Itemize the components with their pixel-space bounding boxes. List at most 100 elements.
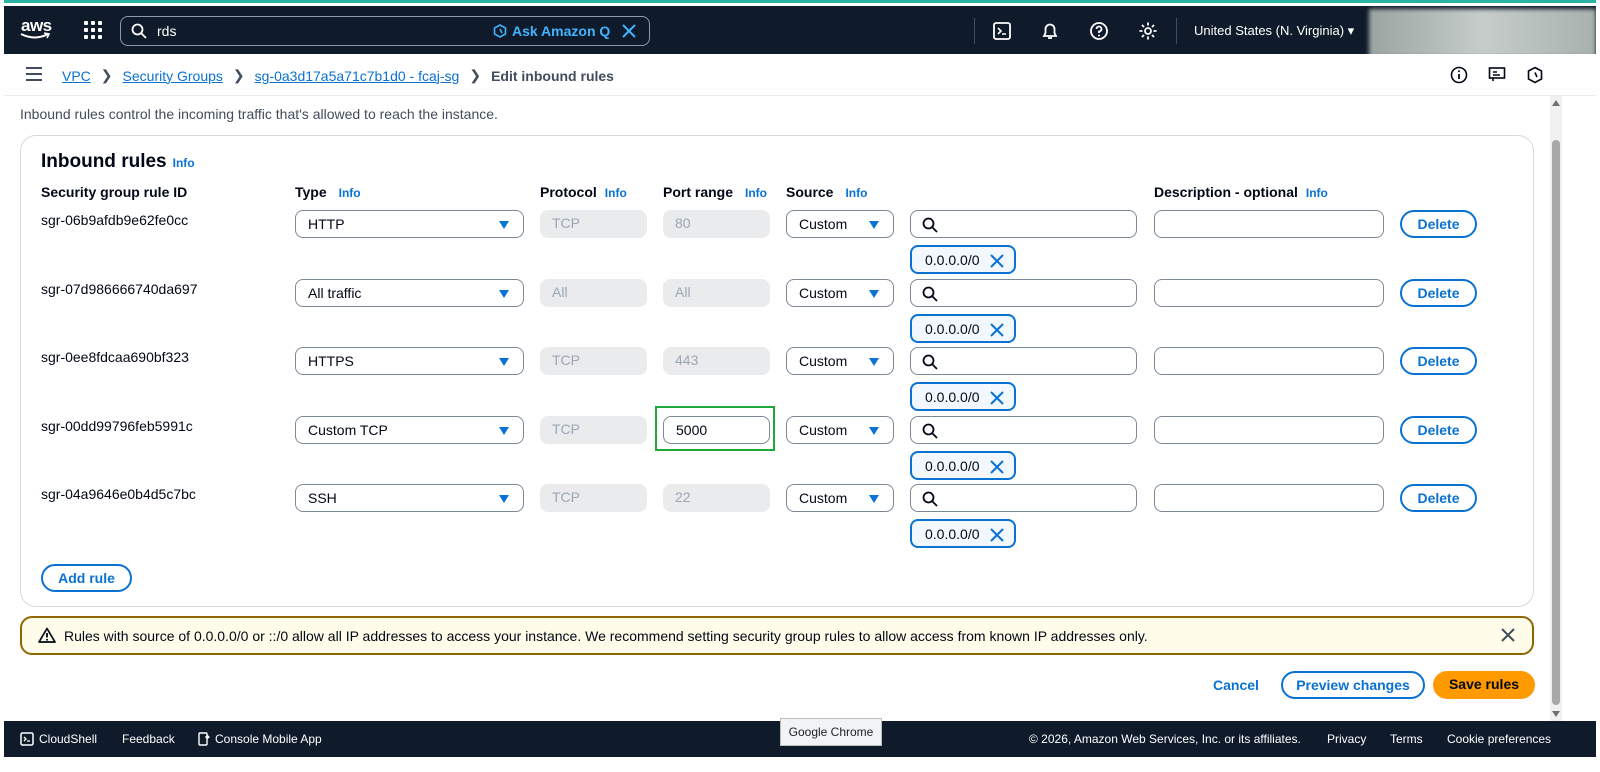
column-header-type-label: Type [295, 184, 327, 200]
info-link[interactable]: Info [173, 156, 195, 170]
ask-amazon-q-button[interactable]: Ask Amazon Q [493, 23, 610, 39]
type-select[interactable]: HTTP [295, 210, 524, 238]
settings-gear-icon[interactable] [1138, 21, 1158, 41]
delete-button[interactable]: Delete [1400, 210, 1477, 238]
scroll-down-arrow-icon[interactable] [1552, 711, 1560, 717]
account-menu-blurred[interactable] [1369, 9, 1596, 57]
cidr-search-input[interactable] [910, 416, 1137, 444]
help-icon[interactable] [1089, 21, 1109, 41]
caret-down-icon [499, 427, 509, 435]
description-input[interactable] [1154, 416, 1384, 444]
delete-button[interactable]: Delete [1400, 484, 1477, 512]
footer-mobile-app[interactable]: Console Mobile App [198, 732, 322, 746]
port-range-input[interactable]: 5000 [663, 416, 770, 444]
footer-privacy-link[interactable]: Privacy [1327, 732, 1366, 746]
browser-frame: aws rds Ask Amazon Q United States (N. V… [4, 0, 1596, 768]
remove-token-icon[interactable] [990, 528, 1004, 542]
search-icon [131, 23, 147, 39]
nav-divider [1176, 18, 1177, 44]
services-menu-icon[interactable] [84, 21, 102, 39]
footer-cloudshell-label: CloudShell [39, 732, 98, 746]
global-search[interactable]: rds Ask Amazon Q [120, 16, 650, 46]
cidr-search-input[interactable] [910, 210, 1137, 238]
type-select[interactable]: All traffic [295, 279, 524, 307]
type-value: HTTP [308, 216, 345, 232]
type-select[interactable]: Custom TCP [295, 416, 524, 444]
footer-terms-link[interactable]: Terms [1390, 732, 1423, 746]
column-header-description-label: Description - optional [1154, 184, 1298, 200]
caret-down-icon [499, 495, 509, 503]
page-scrollbar[interactable] [1550, 96, 1562, 721]
caret-down-icon [499, 290, 509, 298]
rule-id: sgr-0ee8fdcaa690bf323 [41, 349, 189, 365]
description-input[interactable] [1154, 347, 1384, 375]
save-rules-button[interactable]: Save rules [1433, 671, 1535, 699]
info-panel-icon[interactable] [1450, 66, 1468, 84]
table-row: sgr-0ee8fdcaa690bf323 HTTPS TCP 443 Cust… [21, 347, 1533, 415]
breadcrumb-vpc[interactable]: VPC [62, 68, 91, 84]
table-row: sgr-06b9afdb9e62fe0cc HTTP TCP 80 Custom… [21, 210, 1533, 278]
delete-button[interactable]: Delete [1400, 416, 1477, 444]
search-icon [922, 423, 938, 439]
table-row: sgr-00dd99796feb5991c Custom TCP TCP 500… [21, 406, 1533, 484]
type-select[interactable]: SSH [295, 484, 524, 512]
remove-token-icon[interactable] [990, 460, 1004, 474]
delete-button[interactable]: Delete [1400, 347, 1477, 375]
remove-token-icon[interactable] [990, 391, 1004, 405]
caret-down-icon [869, 427, 879, 435]
cloudshell-icon[interactable] [992, 21, 1012, 41]
remove-token-icon[interactable] [990, 323, 1004, 337]
delete-button[interactable]: Delete [1400, 279, 1477, 307]
preview-changes-button[interactable]: Preview changes [1281, 671, 1425, 699]
cidr-search-input[interactable] [910, 484, 1137, 512]
footer-feedback[interactable]: Feedback [122, 732, 175, 746]
close-icon[interactable] [1500, 627, 1516, 643]
caret-down-icon [869, 358, 879, 366]
feedback-panel-icon[interactable] [1488, 66, 1506, 84]
footer-cloudshell[interactable]: CloudShell [20, 732, 97, 746]
cidr-token-label: 0.0.0.0/0 [925, 252, 980, 268]
info-link[interactable]: Info [745, 186, 767, 200]
footer-cookie-preferences-link[interactable]: Cookie preferences [1447, 732, 1551, 746]
cancel-button[interactable]: Cancel [1213, 677, 1259, 693]
info-link[interactable]: Info [339, 186, 361, 200]
add-rule-button[interactable]: Add rule [41, 564, 132, 592]
port-range-field: All [663, 279, 770, 307]
cidr-search-input[interactable] [910, 279, 1137, 307]
description-input[interactable] [1154, 279, 1384, 307]
rule-id: sgr-06b9afdb9e62fe0cc [41, 212, 189, 228]
column-header-type: Type Info [295, 184, 361, 200]
hamburger-menu-icon[interactable] [26, 67, 42, 81]
type-select[interactable]: HTTPS [295, 347, 524, 375]
source-select[interactable]: Custom [786, 347, 894, 375]
notifications-bell-icon[interactable] [1040, 21, 1060, 41]
source-select[interactable]: Custom [786, 484, 894, 512]
info-link[interactable]: Info [605, 186, 627, 200]
amazon-q-panel-icon[interactable] [1526, 66, 1544, 84]
nav-divider [974, 18, 975, 44]
taskbar-tooltip: Google Chrome [780, 718, 882, 746]
breadcrumb-security-group[interactable]: sg-0a3d17a5a71c7b1d0 - fcaj-sg [255, 68, 460, 84]
caret-down-icon [869, 495, 879, 503]
cidr-token: 0.0.0.0/0 [910, 451, 1016, 480]
breadcrumb-security-groups[interactable]: Security Groups [123, 68, 223, 84]
region-selector[interactable]: United States (N. Virginia) ▾ [1194, 23, 1354, 39]
clear-search-icon[interactable] [621, 23, 637, 39]
caret-down-icon [499, 221, 509, 229]
remove-token-icon[interactable] [990, 254, 1004, 268]
aws-logo[interactable]: aws [20, 12, 54, 46]
column-header-rule-id: Security group rule ID [41, 184, 188, 200]
cidr-search-input[interactable] [910, 347, 1137, 375]
source-select[interactable]: Custom [786, 210, 894, 238]
scroll-up-arrow-icon[interactable] [1552, 100, 1560, 106]
panel-title-text: Inbound rules [41, 151, 167, 172]
search-input[interactable]: rds [157, 23, 176, 39]
description-input[interactable] [1154, 484, 1384, 512]
source-value: Custom [799, 422, 848, 438]
source-select[interactable]: Custom [786, 279, 894, 307]
info-link[interactable]: Info [1306, 186, 1328, 200]
info-link[interactable]: Info [845, 186, 867, 200]
description-input[interactable] [1154, 210, 1384, 238]
source-select[interactable]: Custom [786, 416, 894, 444]
scrollbar-thumb[interactable] [1552, 140, 1560, 705]
